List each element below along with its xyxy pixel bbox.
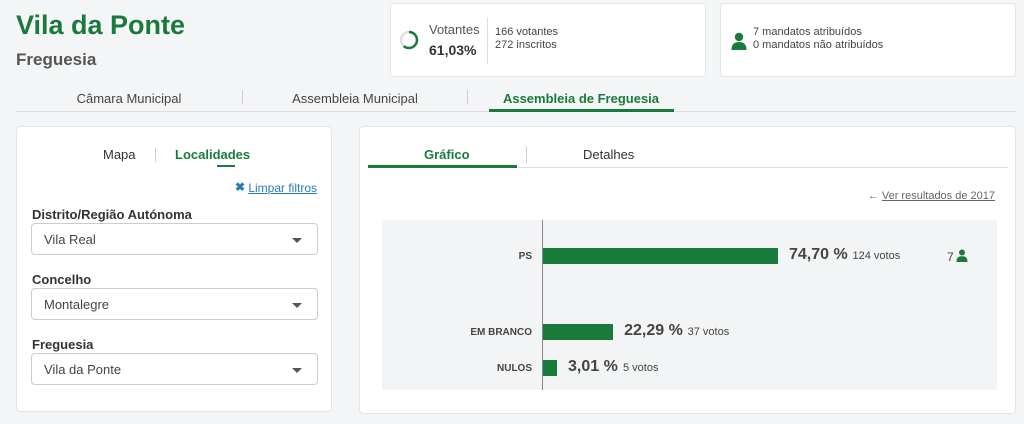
votantes-card: Votantes 61,03% 166 votantes 272 inscrit… [390,3,706,77]
mandates-not-attributed: 0 mandatos não atribuídos [753,39,884,51]
active-tab-indicator [368,165,517,168]
bar-percent-2: 3,01 % [568,358,618,375]
parish-value: Vila da Ponte [44,362,122,377]
results-chart: PS 74,70 % 124 votos 7 EM BRANCO 22,29 % 37 vo… [382,220,997,390]
tab-localidades[interactable]: Localidades [175,147,250,162]
mandates-attributed: 7 mandatos atribuídos [753,26,862,38]
votantes-label: Votantes [429,22,480,37]
active-tab-indicator [489,109,674,112]
bar-votes-0: 124 votos [852,250,901,262]
filters-panel: Mapa Localidades ✖ Limpar filtros Distri… [16,126,332,412]
bar-0 [543,248,778,264]
bar-2 [543,360,557,376]
tab-grafico[interactable]: Gráfico [424,147,470,162]
bar-percent-0: 74,70 % [789,246,848,263]
chevron-down-icon [292,368,302,373]
bar-votes-1: 37 votos [687,326,730,338]
parish-label: Freguesia [32,337,94,352]
tab-assembleia-freguesia[interactable]: Assembleia de Freguesia [468,91,694,106]
tab-mapa[interactable]: Mapa [103,147,136,162]
bar-label-1: EM BRANCO [470,327,532,338]
council-select[interactable]: Montalegre [31,288,318,320]
mandatos-card: 7 mandatos atribuídos 0 mandatos não atr… [720,3,1016,77]
person-icon [731,32,747,50]
bar-label-2: NULOS [497,363,532,374]
bar-seats-0: 7 [947,249,968,264]
clear-filters-link[interactable]: Limpar filtros [248,181,317,195]
bar-votes-2: 5 votos [623,362,659,374]
tab-camara-municipal[interactable]: Câmara Municipal [16,91,242,106]
votantes-percent: 61,03% [429,42,477,58]
district-select[interactable]: Vila Real [31,223,318,255]
person-icon [956,249,968,262]
council-label: Concelho [32,272,92,287]
votantes-divider [487,18,488,64]
arrow-left-icon: ← [867,190,879,202]
tab-divider [155,148,156,162]
registered-count: 272 inscritos [495,39,557,51]
results-panel: Gráfico Detalhes ← Ver resultados de 201… [359,126,1016,414]
page-title: Vila da Ponte [16,10,186,40]
parish-select[interactable]: Vila da Ponte [31,353,318,385]
page-subtitle: Freguesia [16,50,97,69]
district-value: Vila Real [44,232,96,247]
tab-divider [526,147,527,163]
active-tab-indicator [217,165,235,167]
previous-results-label: Ver resultados de 2017 [881,190,995,202]
council-value: Montalegre [44,297,110,312]
participation-ring-icon [399,30,419,50]
tab-assembleia-municipal[interactable]: Assembleia Municipal [243,91,467,106]
chevron-down-icon [292,303,302,308]
chevron-down-icon [292,238,302,243]
tab-detalhes[interactable]: Detalhes [583,147,634,162]
bar-label-0: PS [518,251,532,262]
previous-results-link[interactable]: ← Ver resultados de 2017 [868,190,995,202]
bar-percent-1: 22,29 % [624,322,683,339]
bar-1 [543,324,614,340]
close-icon[interactable]: ✖ [235,180,245,194]
voters-count: 166 votantes [495,26,558,38]
seat-count: 7 [947,250,954,264]
district-label: Distrito/Região Autónoma [32,207,192,222]
